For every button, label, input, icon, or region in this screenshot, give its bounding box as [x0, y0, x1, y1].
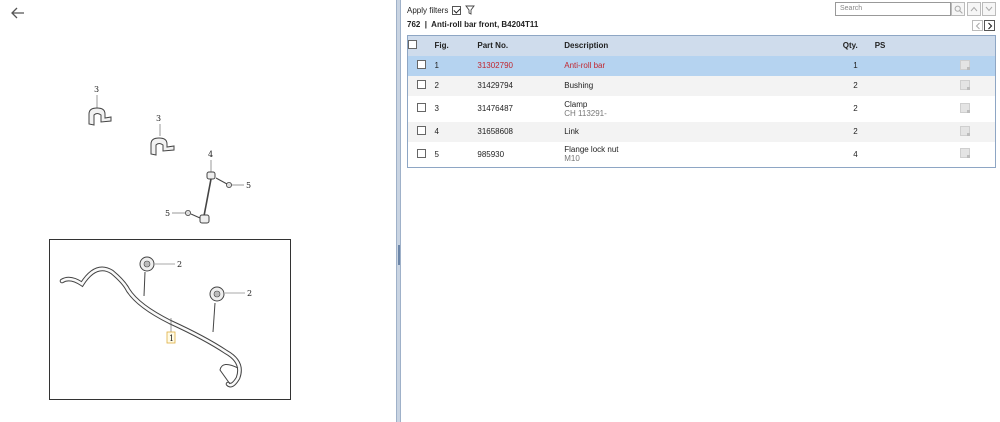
part-number-cell[interactable]: 31429794	[477, 76, 564, 96]
fig-cell: 5	[434, 149, 439, 159]
qty-cell: 2	[853, 81, 858, 90]
table-row[interactable]: 2 31429794 Bushing 2	[407, 75, 996, 96]
part-number-cell[interactable]: 985930	[477, 142, 564, 168]
part-number-cell[interactable]: 31476487	[477, 96, 564, 122]
ps-cell	[875, 122, 936, 142]
row-checkbox[interactable]	[416, 148, 426, 158]
note-icon[interactable]	[960, 59, 971, 70]
next-group-button[interactable]	[984, 20, 995, 31]
note-icon[interactable]	[960, 102, 971, 113]
chevron-down-icon	[985, 6, 993, 12]
note-icon[interactable]	[960, 148, 971, 159]
parts-list-pane: Apply filters Search 762 | Anti-roll bar…	[401, 0, 1000, 422]
column-header-ps[interactable]: PS	[875, 36, 936, 56]
detail-frame	[49, 239, 291, 400]
table-row[interactable]: 3 31476487 Clamp CH 113291- 2	[407, 95, 996, 122]
fig-cell: 3	[434, 104, 439, 113]
nut-part[interactable]	[215, 177, 244, 188]
ps-cell	[875, 56, 936, 76]
column-header-qty[interactable]: Qty.	[813, 36, 875, 56]
description-cell: Anti-roll bar	[564, 61, 606, 70]
previous-group-button[interactable]	[972, 20, 983, 31]
fig-cell: 1	[434, 61, 439, 70]
fig-cell: 2	[434, 81, 439, 90]
row-checkbox[interactable]	[416, 103, 426, 112]
funnel-icon[interactable]	[465, 5, 476, 15]
callout-label: 3	[156, 114, 161, 123]
row-checkbox[interactable]	[416, 80, 426, 89]
qty-cell: 2	[853, 104, 858, 113]
note-icon[interactable]	[960, 125, 971, 136]
column-header-part-no[interactable]: Part No.	[477, 36, 564, 56]
description-cell: Link	[564, 127, 579, 136]
callout-label: 4	[208, 150, 213, 159]
note-icon[interactable]	[960, 79, 971, 90]
nut-part[interactable]	[172, 209, 201, 219]
fig-cell: 4	[434, 127, 439, 136]
clamp-part[interactable]	[88, 95, 112, 126]
description-text: Clamp	[564, 99, 588, 109]
row-checkbox[interactable]	[416, 126, 426, 135]
filter-bar: Apply filters	[407, 4, 476, 16]
description-cell: Flange lock nut M10	[564, 142, 813, 168]
part-number-cell[interactable]: 31658608	[477, 122, 564, 142]
previous-result-button[interactable]	[967, 2, 981, 16]
select-all-checkbox[interactable]	[408, 40, 417, 50]
part-number-cell[interactable]: 31302790	[477, 56, 564, 76]
qty-cell: 2	[853, 127, 858, 136]
magnifier-icon	[954, 5, 963, 14]
column-header-description[interactable]: Description	[564, 36, 813, 56]
clamp-part[interactable]	[150, 124, 175, 156]
search-button[interactable]	[951, 2, 965, 16]
callout-label: 5	[246, 181, 251, 190]
apply-filters-checkbox[interactable]	[452, 5, 462, 15]
chevron-right-icon	[987, 22, 992, 29]
ps-cell	[875, 142, 936, 168]
description-subtext: M10	[564, 154, 580, 164]
parts-table: Fig. Part No. Description Qty. PS 1 3130…	[407, 35, 996, 168]
table-row[interactable]: 1 31302790 Anti-roll bar 1	[407, 55, 996, 76]
ps-cell	[875, 76, 936, 96]
link-part[interactable]	[199, 160, 216, 224]
splitter-grip-icon[interactable]	[398, 245, 400, 265]
callout-label: 5	[165, 209, 170, 218]
chevron-left-icon	[975, 22, 980, 29]
description-text: Flange lock nut	[564, 145, 619, 155]
callout-label: 3	[94, 85, 99, 94]
search-input[interactable]: Search	[835, 2, 951, 16]
column-header-fig[interactable]: Fig.	[434, 36, 477, 56]
next-result-button[interactable]	[982, 2, 996, 16]
table-row[interactable]: 5 985930 Flange lock nut M10 4	[407, 141, 996, 168]
description-subtext: CH 113291-	[564, 108, 607, 118]
table-row[interactable]: 4 31658608 Link 2	[407, 121, 996, 142]
qty-cell: 1	[853, 61, 858, 70]
apply-filters-label: Apply filters	[407, 5, 449, 15]
group-title: 762 | Anti-roll bar front, B4204T11	[407, 20, 539, 29]
description-cell: Clamp CH 113291-	[564, 96, 813, 122]
chevron-up-icon	[970, 6, 978, 12]
ps-cell	[875, 96, 936, 122]
row-checkbox[interactable]	[416, 60, 426, 69]
qty-cell: 4	[853, 149, 858, 159]
description-cell: Bushing	[564, 81, 594, 90]
table-header-row: Fig. Part No. Description Qty. PS	[407, 35, 996, 56]
diagram-pane: 3 3 4 5 5 2 2 1	[0, 0, 396, 422]
